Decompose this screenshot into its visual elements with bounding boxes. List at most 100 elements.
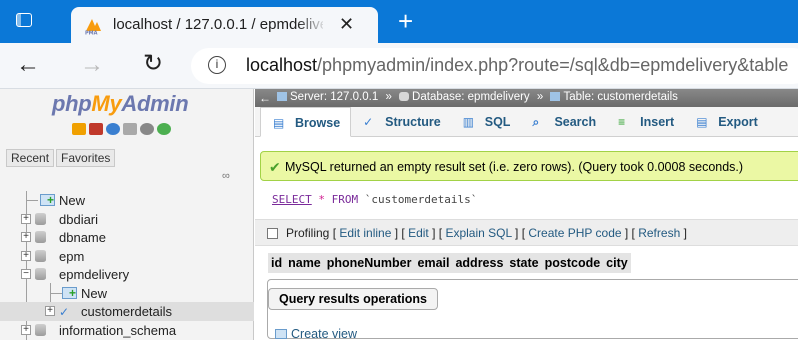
tree-item-new-table[interactable]: New (0, 284, 254, 303)
browse-icon: ▤ (273, 116, 285, 130)
profiling-checkbox[interactable] (267, 228, 278, 239)
database-icon (35, 268, 46, 280)
browser-tab[interactable]: PMA localhost / 127.0.0.1 / epmdelivery … (71, 7, 378, 43)
explain-sql-link[interactable]: Explain SQL (445, 226, 511, 240)
forward-arrow-icon[interactable]: → (80, 51, 104, 79)
table-icon (550, 92, 561, 101)
tree-item-epmdelivery[interactable]: − epmdelivery (0, 265, 254, 284)
tree-item-customerdetails[interactable]: + ✓ customerdetails (0, 302, 254, 321)
column-header-phonenumber[interactable]: phoneNumber (324, 253, 415, 273)
database-icon (35, 249, 46, 262)
phpmyadmin-logo[interactable]: phpMyAdmin (52, 91, 189, 117)
tab-structure[interactable]: ✓ Structure (351, 107, 451, 137)
docs-icon[interactable] (123, 123, 137, 135)
collapse-icon[interactable]: − (21, 269, 31, 279)
database-tree: New + dbdiari + dbname + epm − epmdelive… (0, 191, 254, 340)
sql-star: * (318, 193, 325, 206)
column-header-address[interactable]: address (452, 253, 506, 273)
create-view-link[interactable]: Create view (275, 327, 357, 340)
url-path: /phpmyadmin/index.php?route=/sql&db=epmd… (317, 55, 789, 75)
site-info-icon[interactable]: i (208, 56, 226, 74)
reload-navigation-icon[interactable] (157, 123, 171, 135)
navigation-panel: phpMyAdmin Recent Favorites ∞ New + dbdi… (0, 89, 254, 340)
edit-inline-link[interactable]: Edit inline (339, 226, 391, 240)
settings-icon[interactable] (140, 123, 154, 135)
create-php-code-link[interactable]: Create PHP code (528, 226, 621, 240)
expand-icon[interactable]: + (21, 232, 31, 242)
quick-icons (72, 123, 171, 135)
refresh-link[interactable]: Refresh (638, 226, 680, 240)
tab-actions-icon[interactable] (16, 13, 32, 27)
column-header-postcode[interactable]: postcode (542, 253, 604, 273)
breadcrumb-server[interactable]: Server: 127.0.0.1 (290, 91, 378, 103)
link-with-main-icon[interactable]: ∞ (222, 170, 230, 182)
column-header-id[interactable]: id (268, 253, 285, 273)
url-host: localhost (246, 55, 318, 75)
home-icon[interactable] (72, 123, 86, 135)
url-field[interactable]: i localhost/phpmyadmin/index.php?route=/… (191, 48, 798, 84)
column-header-name[interactable]: name (285, 253, 324, 273)
breadcrumb-table[interactable]: Table: customerdetails (563, 91, 677, 103)
new-tab-button[interactable]: + (398, 6, 413, 36)
column-header-email[interactable]: email (415, 253, 453, 273)
database-icon (399, 92, 410, 101)
column-header-state[interactable]: state (506, 253, 541, 273)
collapse-nav-arrow-icon[interactable]: ← (259, 91, 271, 105)
success-check-icon: ✔ (269, 159, 281, 175)
database-icon (35, 323, 46, 336)
tree-item-new[interactable]: New (0, 191, 254, 210)
favorites-tab[interactable]: Favorites (56, 149, 116, 167)
insert-icon: ≡ (618, 115, 626, 129)
sql-query[interactable]: SELECT * FROM `customerdetails` (272, 193, 477, 206)
svg-text:PMA: PMA (85, 31, 98, 36)
reload-icon[interactable]: ↻ (143, 49, 163, 78)
server-icon (277, 92, 287, 101)
table-icon: ✓ (59, 305, 70, 319)
tab-search[interactable]: ⌕ Search (520, 107, 606, 137)
expand-icon[interactable]: + (45, 306, 55, 316)
tab-browse[interactable]: ▤ Browse (260, 107, 352, 137)
breadcrumb: ← Server: 127.0.0.1 » Database: epmdeliv… (255, 89, 798, 107)
sql-icon: ▥ (462, 115, 475, 129)
sql-table-name: `customerdetails` (364, 193, 478, 206)
query-results-operations-title: Query results operations (268, 288, 438, 310)
database-icon (35, 212, 46, 225)
success-message: ✔ MySQL returned an empty result set (i.… (260, 151, 798, 181)
nav-tabs: Recent Favorites (6, 149, 116, 167)
expand-icon[interactable]: + (21, 213, 31, 224)
search-icon: ⌕ (532, 115, 540, 129)
edit-link[interactable]: Edit (408, 226, 429, 240)
new-table-icon (62, 286, 77, 300)
tab-sql[interactable]: ▥ SQL (451, 107, 521, 137)
tree-item-dbdiari[interactable]: + dbdiari (0, 210, 254, 229)
structure-icon: ✓ (363, 115, 374, 129)
column-header-city[interactable]: city (603, 253, 631, 273)
logout-icon[interactable] (89, 123, 103, 135)
database-icon (35, 231, 46, 243)
main-content: ← Server: 127.0.0.1 » Database: epmdeliv… (255, 89, 798, 340)
breadcrumb-database[interactable]: Database: epmdelivery (412, 91, 530, 103)
browser-address-bar: ← → ↻ i localhost/phpmyadmin/index.php?r… (0, 43, 798, 89)
sql-select-keyword[interactable]: SELECT (272, 193, 312, 206)
tab-title-fade (297, 11, 327, 37)
expand-icon[interactable]: + (21, 324, 31, 335)
expand-icon[interactable]: + (21, 250, 31, 261)
back-arrow-icon[interactable]: ← (16, 51, 40, 79)
profiling-bar: Profiling [ Edit inline ] [ Edit ] [ Exp… (255, 219, 798, 246)
tree-item-dbname[interactable]: + dbname (0, 228, 254, 247)
tab-export[interactable]: ▤ Export (684, 107, 768, 137)
tree-item-epm[interactable]: + epm (0, 247, 254, 266)
browser-tab-bar: PMA localhost / 127.0.0.1 / epmdelivery … (0, 0, 798, 43)
url-text[interactable]: localhost/phpmyadmin/index.php?route=/sq… (246, 55, 788, 76)
success-text: MySQL returned an empty result set (i.e.… (285, 160, 744, 174)
results-table-header: id name phoneNumber email address state … (268, 253, 631, 273)
help-icon[interactable] (106, 123, 120, 135)
tab-title: localhost / 127.0.0.1 / epmdelivery (113, 16, 323, 33)
tab-close-icon[interactable]: ✕ (339, 14, 354, 34)
create-view-icon (275, 329, 287, 339)
tree-item-information-schema[interactable]: + information_schema (0, 321, 254, 340)
top-tabs: ▤ Browse ✓ Structure ▥ SQL ⌕ Search ≡ In… (255, 107, 798, 137)
tab-insert[interactable]: ≡ Insert (606, 107, 684, 137)
new-database-icon (40, 193, 55, 207)
recent-tab[interactable]: Recent (6, 149, 55, 167)
